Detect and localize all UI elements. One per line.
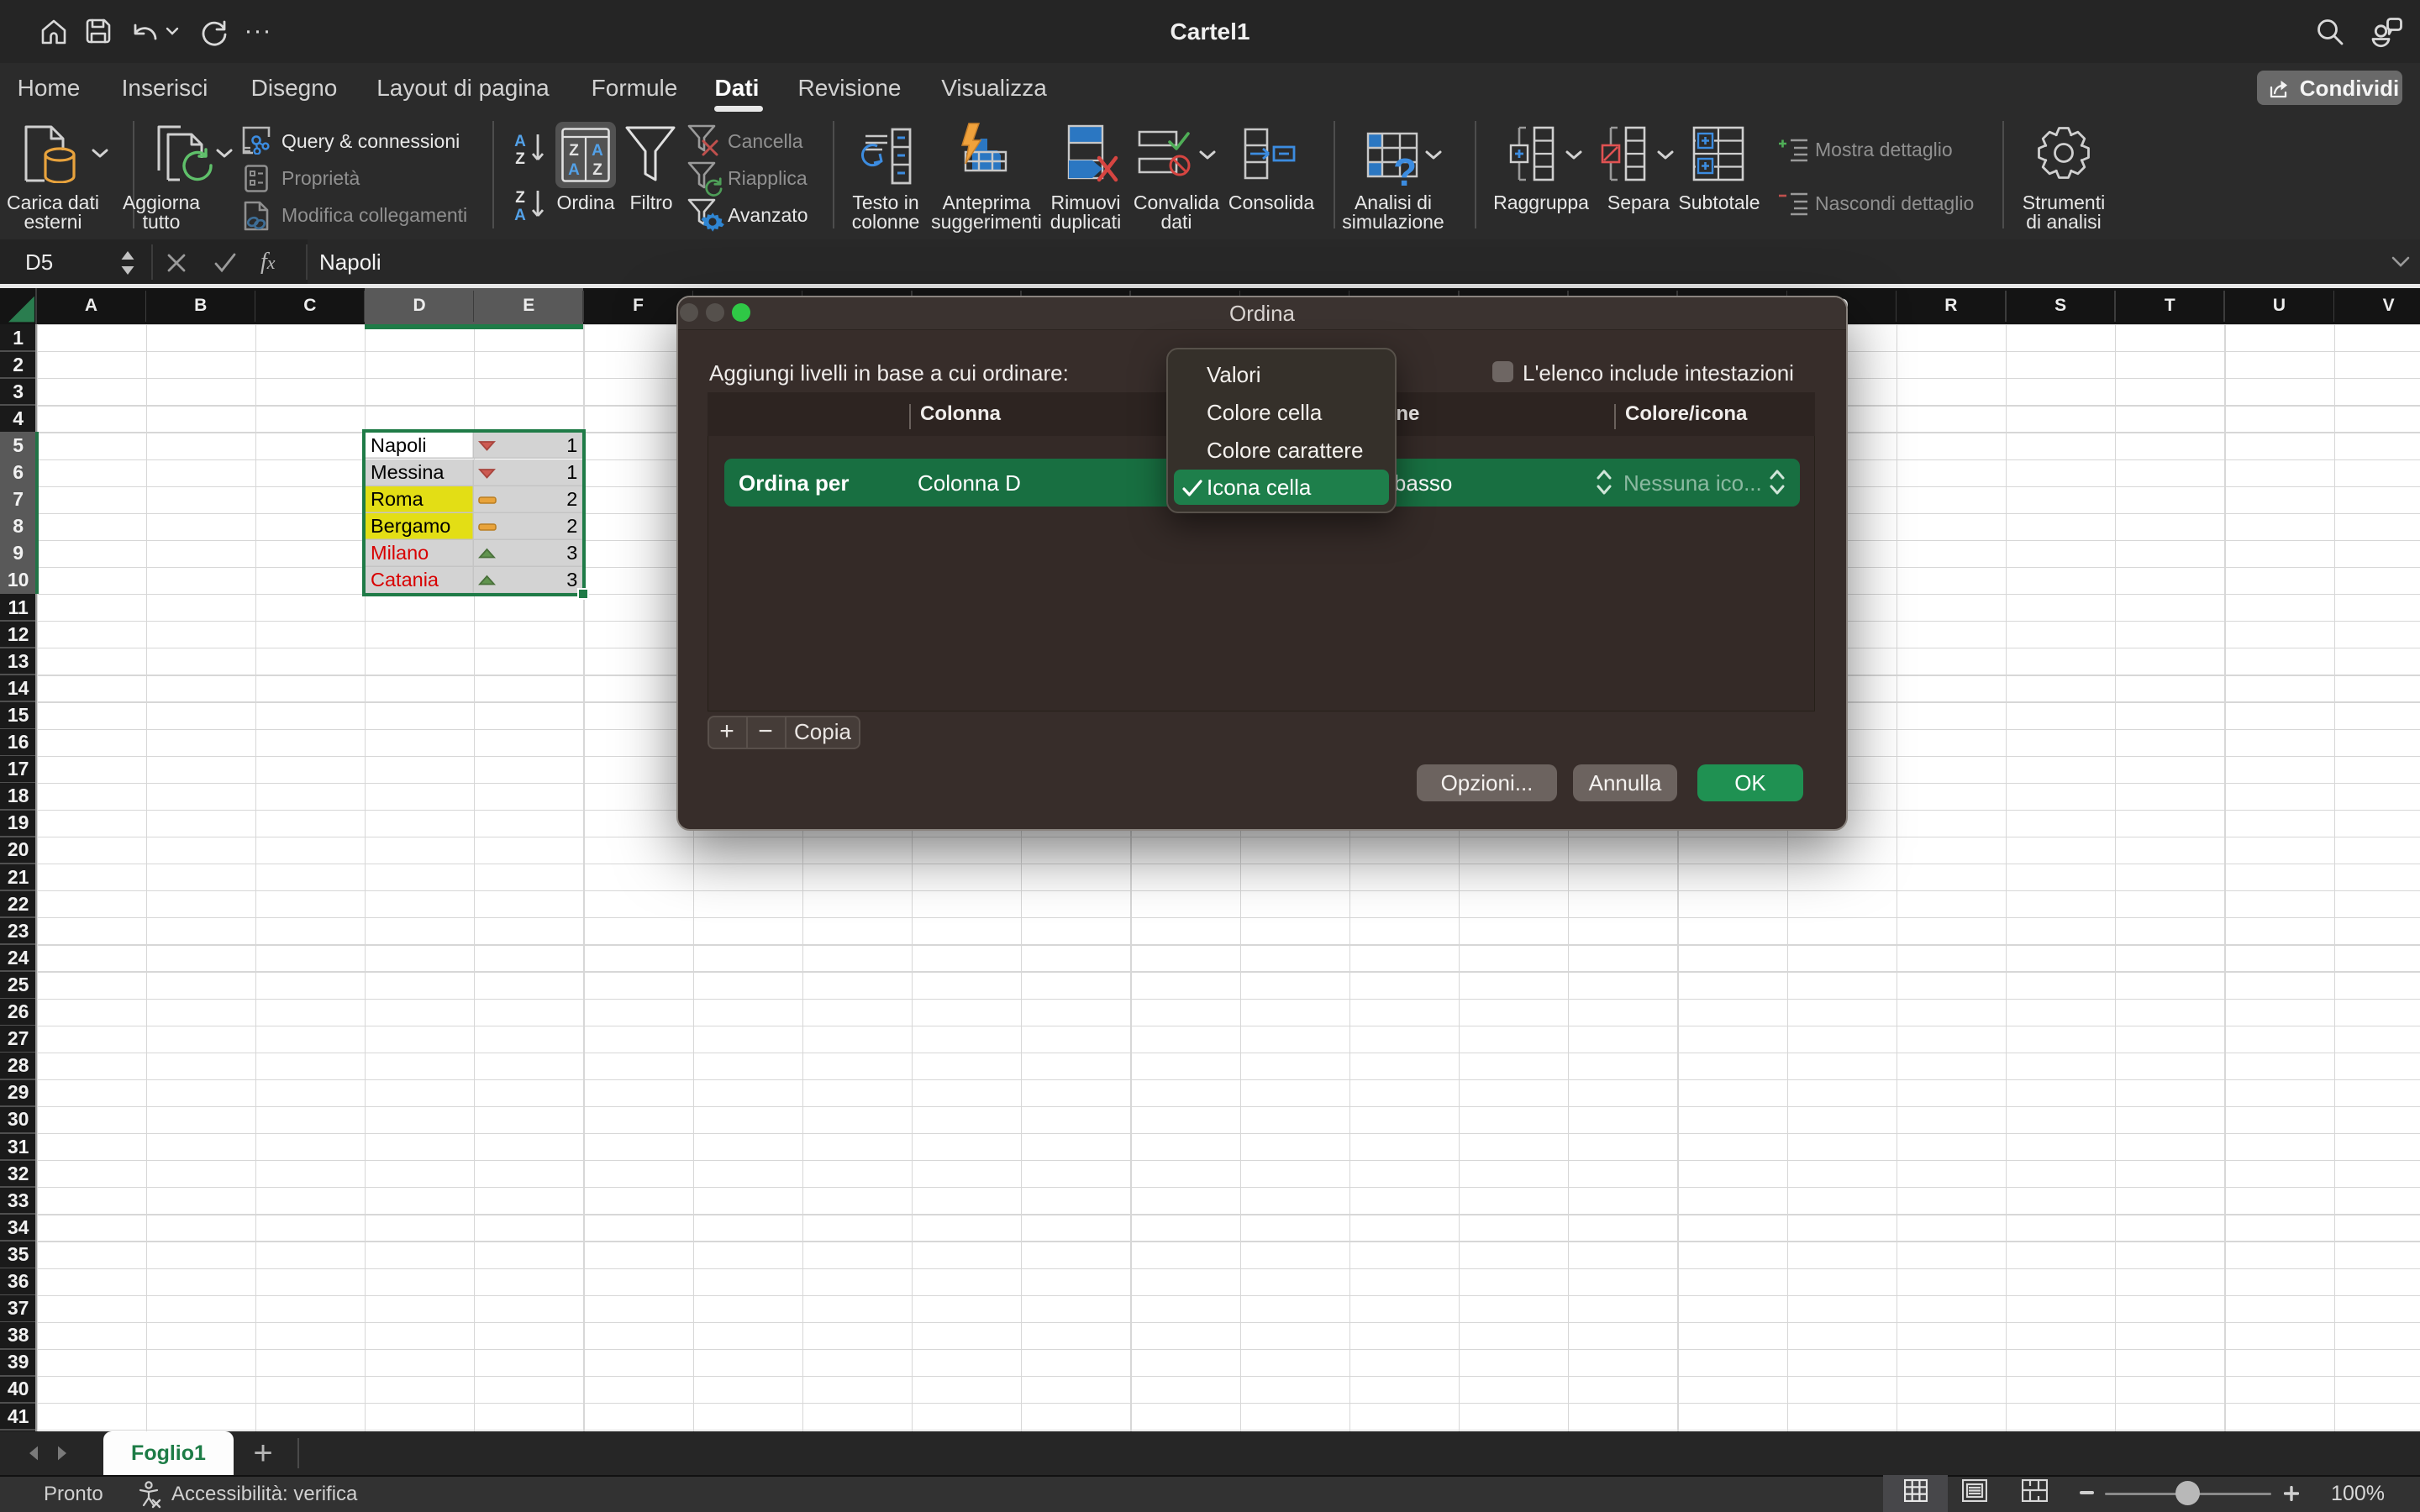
svg-text:Z: Z — [515, 150, 525, 166]
svg-text:A: A — [568, 161, 580, 179]
svg-text:Z: Z — [515, 189, 525, 207]
svg-text:Z: Z — [592, 161, 602, 179]
svg-text:A: A — [592, 142, 603, 160]
svg-text:A: A — [514, 133, 526, 150]
svg-text:A: A — [514, 207, 526, 223]
svg-text:Z: Z — [569, 142, 579, 160]
